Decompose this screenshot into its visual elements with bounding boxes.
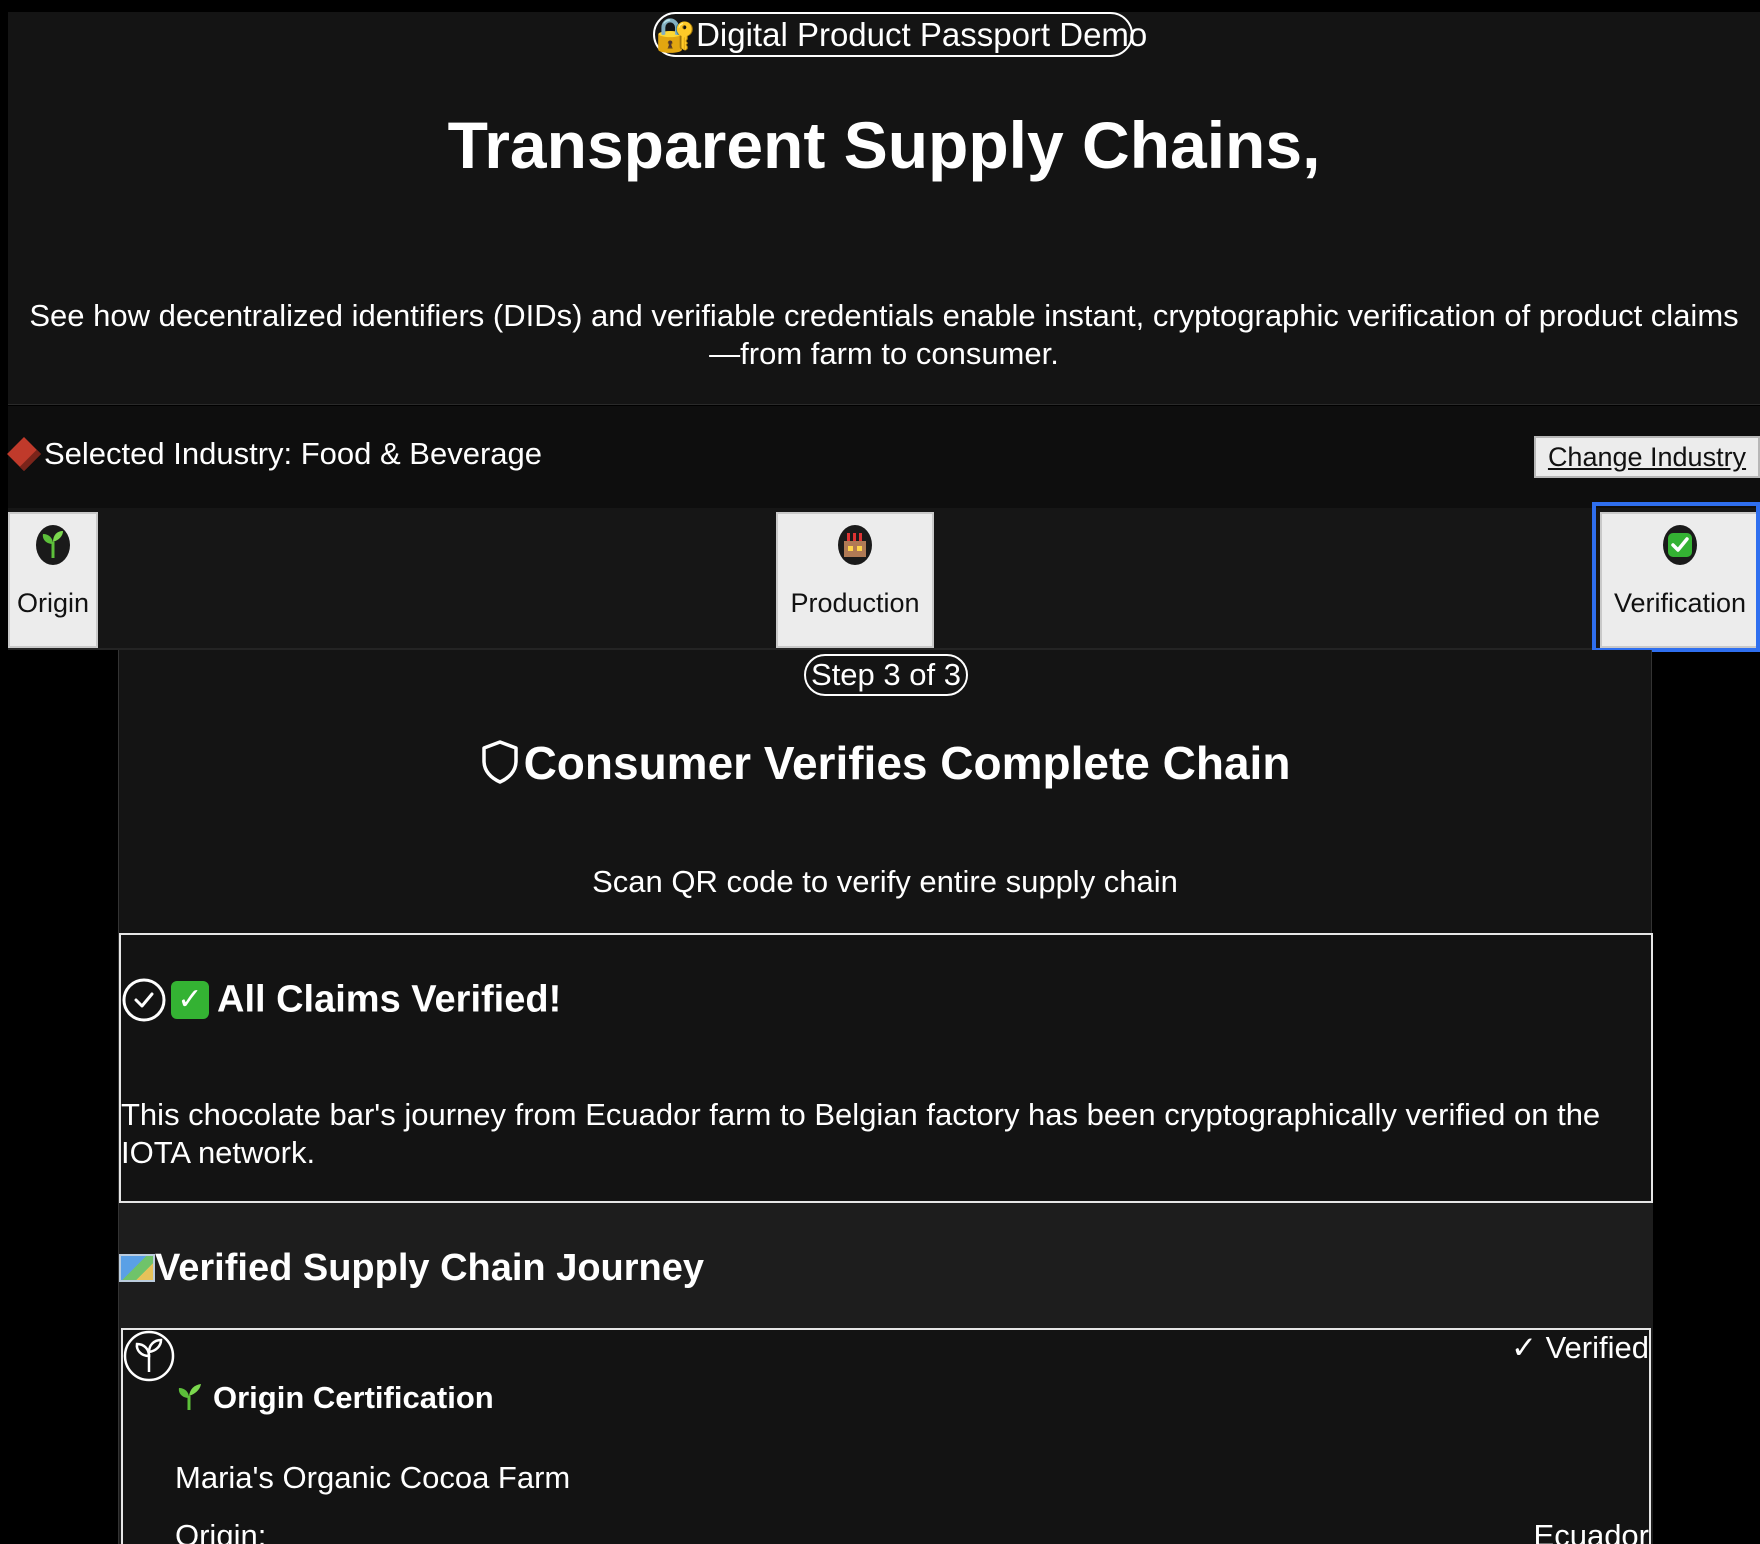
verified-title: All Claims Verified! bbox=[217, 978, 562, 1021]
farm-name: Maria's Organic Cocoa Farm bbox=[175, 1460, 571, 1495]
seedling-icon bbox=[36, 525, 70, 565]
industry-bar: Selected Industry: Food & Beverage Chang… bbox=[7, 406, 1760, 508]
active-step-focus-ring bbox=[1592, 502, 1760, 652]
page-subtitle: See how decentralized identifiers (DIDs)… bbox=[29, 298, 1739, 371]
supply-chain-journey: Verified Supply Chain Journey ✓ Verified… bbox=[119, 1203, 1653, 1544]
shield-icon bbox=[481, 740, 518, 784]
step-label: Production bbox=[790, 588, 920, 618]
step-tab-production[interactable]: Production bbox=[776, 512, 934, 648]
check-circle-icon bbox=[122, 978, 166, 1022]
verified-description: This chocolate bar's journey from Ecuado… bbox=[121, 1097, 1601, 1170]
journey-heading: Verified Supply Chain Journey bbox=[119, 1247, 704, 1290]
step-title: Consumer Verifies Complete Chain bbox=[119, 736, 1651, 790]
journey-title: Verified Supply Chain Journey bbox=[155, 1247, 705, 1289]
origin-card-title-text: Origin Certification bbox=[213, 1380, 494, 1415]
step-navigation: Origin Production Verification bbox=[8, 502, 1760, 652]
step-label: Origin bbox=[16, 588, 90, 618]
step-tab-origin[interactable]: Origin bbox=[8, 512, 98, 648]
sprout-circle-icon bbox=[123, 1330, 175, 1382]
hero-section: 🔐Digital Product Passport Demo Transpare… bbox=[8, 12, 1760, 405]
factory-icon bbox=[838, 525, 872, 565]
all-claims-verified-panel: ✓ All Claims Verified! This chocolate bar… bbox=[119, 933, 1653, 1203]
app-badge: 🔐Digital Product Passport Demo bbox=[653, 12, 1147, 57]
selected-industry: Selected Industry: Food & Beverage bbox=[7, 436, 543, 472]
step-description: Scan QR code to verify entire supply cha… bbox=[592, 864, 1178, 899]
seedling-icon bbox=[178, 1384, 201, 1410]
selected-industry-label: Selected Industry: Food & Beverage bbox=[44, 436, 543, 471]
origin-detail-row: Origin: Ecuador bbox=[175, 1518, 1649, 1544]
change-industry-button[interactable]: Change Industry bbox=[1534, 436, 1760, 478]
verified-badge: ✓ Verified bbox=[1511, 1330, 1649, 1365]
green-check-icon: ✓ bbox=[171, 981, 209, 1019]
origin-value: Ecuador bbox=[1533, 1518, 1649, 1544]
step-title-text: Consumer Verifies Complete Chain bbox=[523, 737, 1291, 789]
step-counter: Step 3 of 3 bbox=[804, 654, 968, 696]
origin-label: Origin: bbox=[175, 1518, 267, 1544]
chocolate-bar-icon bbox=[7, 437, 41, 471]
origin-card-title: Origin Certification bbox=[175, 1380, 494, 1416]
origin-certification-card: ✓ Verified Origin Certification Maria's … bbox=[121, 1328, 1651, 1544]
map-icon bbox=[119, 1254, 155, 1282]
step-content: Step 3 of 3 Consumer Verifies Complete C… bbox=[118, 650, 1653, 1544]
verified-heading: ✓ All Claims Verified! bbox=[121, 977, 561, 1023]
page-title: Transparent Supply Chains, bbox=[447, 108, 1321, 182]
